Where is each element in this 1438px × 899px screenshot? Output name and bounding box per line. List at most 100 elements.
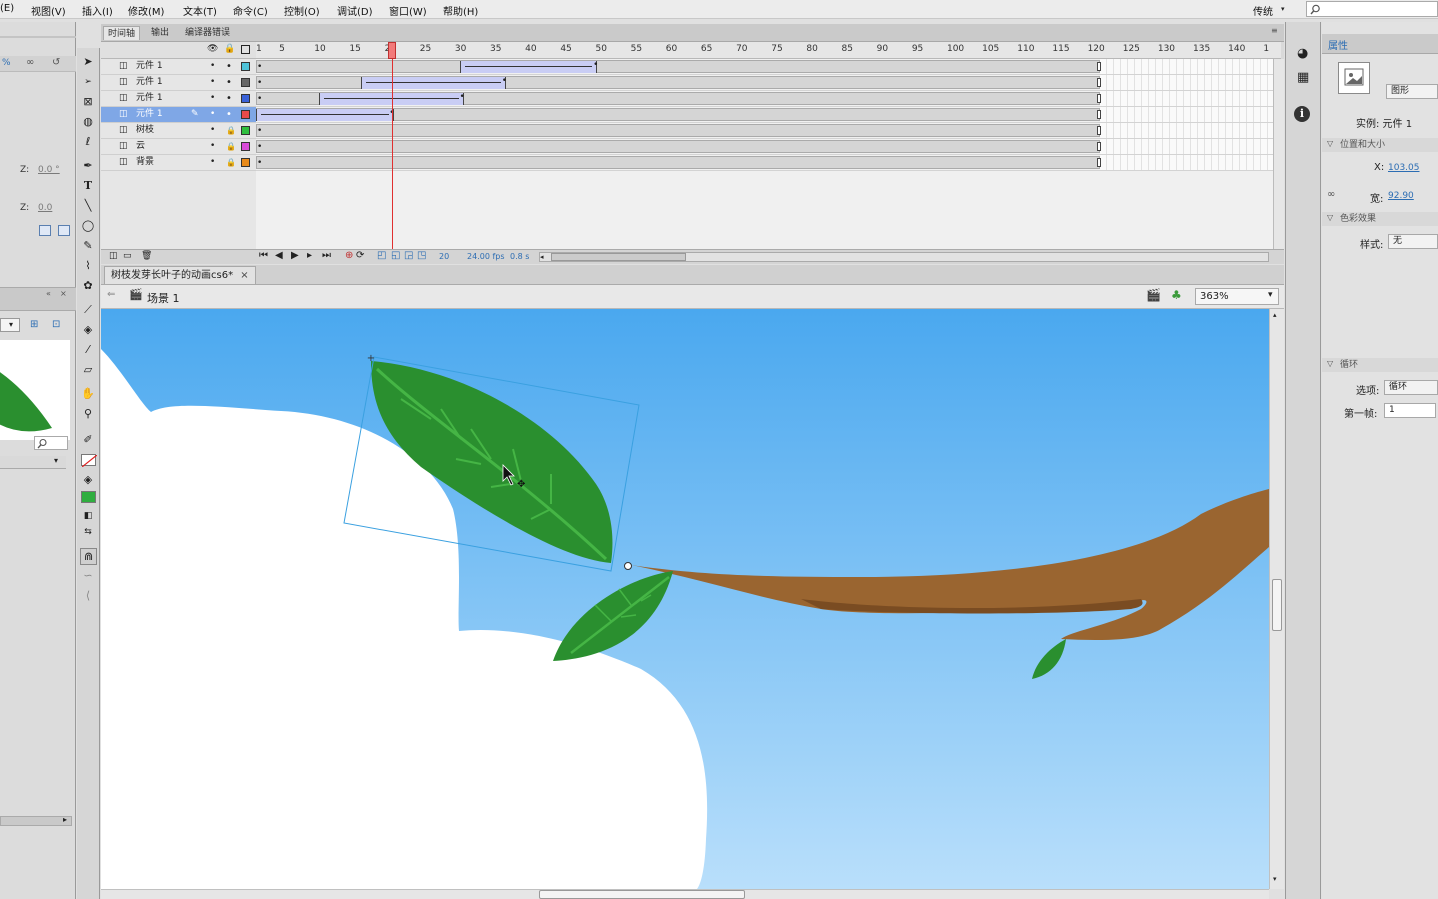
frame-span[interactable] [256,124,1100,137]
layer-name[interactable]: 元件 1 [136,107,163,122]
center-frame-icon[interactable]: ⊕ [345,250,353,261]
step-back-icon[interactable]: ◀ [275,250,283,261]
onion-skin-icon[interactable]: ◰ [377,250,386,261]
symbol-type-dropdown[interactable]: 图形 [1386,84,1438,99]
menu-commands[interactable]: 命令(C) [233,3,268,18]
frame-row[interactable]: •• [256,59,1281,75]
frame-span[interactable] [256,156,1100,169]
collapse-arrow-icon[interactable]: ▽ [1327,213,1333,222]
library-search-input[interactable] [34,436,68,450]
play-icon[interactable]: ▶ [291,250,299,261]
menu-control[interactable]: 控制(O) [284,3,320,18]
menu-insert[interactable]: 插入(I) [82,3,113,18]
stroke-color-swatch[interactable] [81,454,98,468]
deco-tool-icon[interactable]: ✿ [80,278,96,294]
pin-library-icon[interactable]: ⊞ [30,319,38,330]
layer-outline-color[interactable] [241,158,250,167]
layer-outline-color[interactable] [241,142,250,151]
keyframe-dot[interactable]: • [257,62,262,72]
layer-name[interactable]: 元件 1 [136,59,163,74]
3d-rotation-tool-icon[interactable]: ◍ [80,114,96,130]
link-size-icon[interactable]: ∞ [1327,189,1335,200]
delete-layer-icon[interactable]: 🗑 [141,251,152,261]
section-color-effect[interactable]: 色彩效果 [1322,212,1438,226]
library-hscroll[interactable]: ▸ [0,815,72,826]
edit-symbol-icon[interactable]: ♣ [1171,288,1182,302]
end-frame-marker[interactable] [1096,110,1101,119]
free-transform-tool-icon[interactable]: ⊠ [80,94,96,110]
menu-debug[interactable]: 调试(D) [337,3,373,18]
empty-frames[interactable] [1099,75,1281,90]
keyframe-dot[interactable]: • [257,126,262,136]
frame-row[interactable]: • [256,155,1281,171]
playhead-marker[interactable] [388,42,396,59]
keyframe-dot[interactable]: • [593,60,598,70]
edit-multiple-frames-icon[interactable]: ◲ [404,250,413,261]
tab-output[interactable]: 输出 [147,26,173,40]
lock-icon[interactable]: 🔒 [224,44,235,54]
empty-frames[interactable] [1099,107,1281,122]
stage-hscroll-thumb[interactable] [539,890,745,899]
end-frame-marker[interactable] [1096,142,1101,151]
back-arrow-icon[interactable]: ⇐ [107,289,115,300]
layer-name[interactable]: 云 [136,139,145,154]
bone-tool-icon[interactable]: ⟋ [80,302,96,318]
lock-icon[interactable]: 🔒 [226,155,236,170]
end-frame-marker[interactable] [1096,94,1101,103]
visibility-dot[interactable]: • [210,75,215,90]
frame-row[interactable]: •• [256,75,1281,91]
eyedropper-tool-icon[interactable]: ⁄ [80,342,96,358]
current-frame[interactable]: 20 [439,252,449,261]
menu-edit[interactable]: (E) [0,3,14,14]
x-value[interactable]: 103.05 [1388,163,1420,173]
line-tool-icon[interactable]: ╲ [80,198,96,214]
motion-tween[interactable]: • [459,60,598,73]
layer-name[interactable]: 树枝 [136,123,154,138]
menu-modify[interactable]: 修改(M) [128,3,164,18]
eraser-tool-icon[interactable]: ▱ [80,362,96,378]
edit-scene-icon[interactable]: 🎬 [1146,288,1161,302]
frame-row[interactable]: • [256,123,1281,139]
layer-row[interactable]: ◫ 元件 1 • • [101,75,256,91]
keyframe-dot[interactable]: • [257,94,262,104]
visibility-dot[interactable]: • [210,139,215,154]
visibility-dot[interactable]: • [210,59,215,74]
pen-tool-icon[interactable]: ✒ [80,158,96,174]
frame-span[interactable] [256,140,1100,153]
registration-point-icon[interactable]: + [367,353,375,364]
section-position-size[interactable]: 位置和大小 [1322,138,1438,152]
keyframe-dot[interactable]: • [460,92,465,102]
empty-frames[interactable] [1099,59,1281,74]
stage-vscroll[interactable]: ▴ ▾ [1269,309,1284,889]
collapse-icon[interactable]: « [46,289,51,298]
stage-vscroll-thumb[interactable] [1272,579,1282,631]
timeline-hscroll[interactable]: ◂ [539,252,1269,262]
scroll-up-icon[interactable]: ▴ [1273,311,1277,319]
menu-help[interactable]: 帮助(H) [443,3,478,18]
menu-text[interactable]: 文本(T) [183,3,217,18]
tab-compiler-errors[interactable]: 编译器错误 [181,26,234,40]
collapse-arrow-icon[interactable]: ▽ [1327,359,1333,368]
end-frame-marker[interactable] [1096,62,1101,71]
close-panel-icon[interactable]: × [60,289,67,298]
step-forward-icon[interactable]: ▸ [307,250,312,261]
lasso-tool-icon[interactable]: ℓ [80,134,96,150]
frame-ruler[interactable]: 1510152025303540455055606570758085909510… [256,42,1281,59]
layer-row[interactable]: ◫ 背景 • 🔒 [101,155,256,171]
lock-icon[interactable]: 🔒 [226,139,236,154]
workspace-switcher[interactable]: 传统 [1253,3,1273,18]
timeline-vscroll[interactable] [1273,59,1284,249]
zoom-tool-icon[interactable]: ⚲ [80,406,96,422]
end-frame-marker[interactable] [1096,126,1101,135]
first-frame-input[interactable]: 1 [1384,403,1436,418]
layer-outline-color[interactable] [241,62,250,71]
scroll-down-icon[interactable]: ▾ [1273,875,1277,883]
black-white-icon[interactable]: ◧ [80,508,96,524]
layer-name[interactable]: 元件 1 [136,75,163,90]
onion-outline-icon[interactable]: ◱ [391,250,400,261]
layer-row[interactable]: ◫ 云 • 🔒 [101,139,256,155]
scroll-left-icon[interactable]: ◂ [540,253,550,261]
reset-transform-icon[interactable] [58,225,70,236]
subselection-tool-icon[interactable]: ➢ [80,74,96,90]
oval-tool-icon[interactable]: ◯ [80,218,96,234]
